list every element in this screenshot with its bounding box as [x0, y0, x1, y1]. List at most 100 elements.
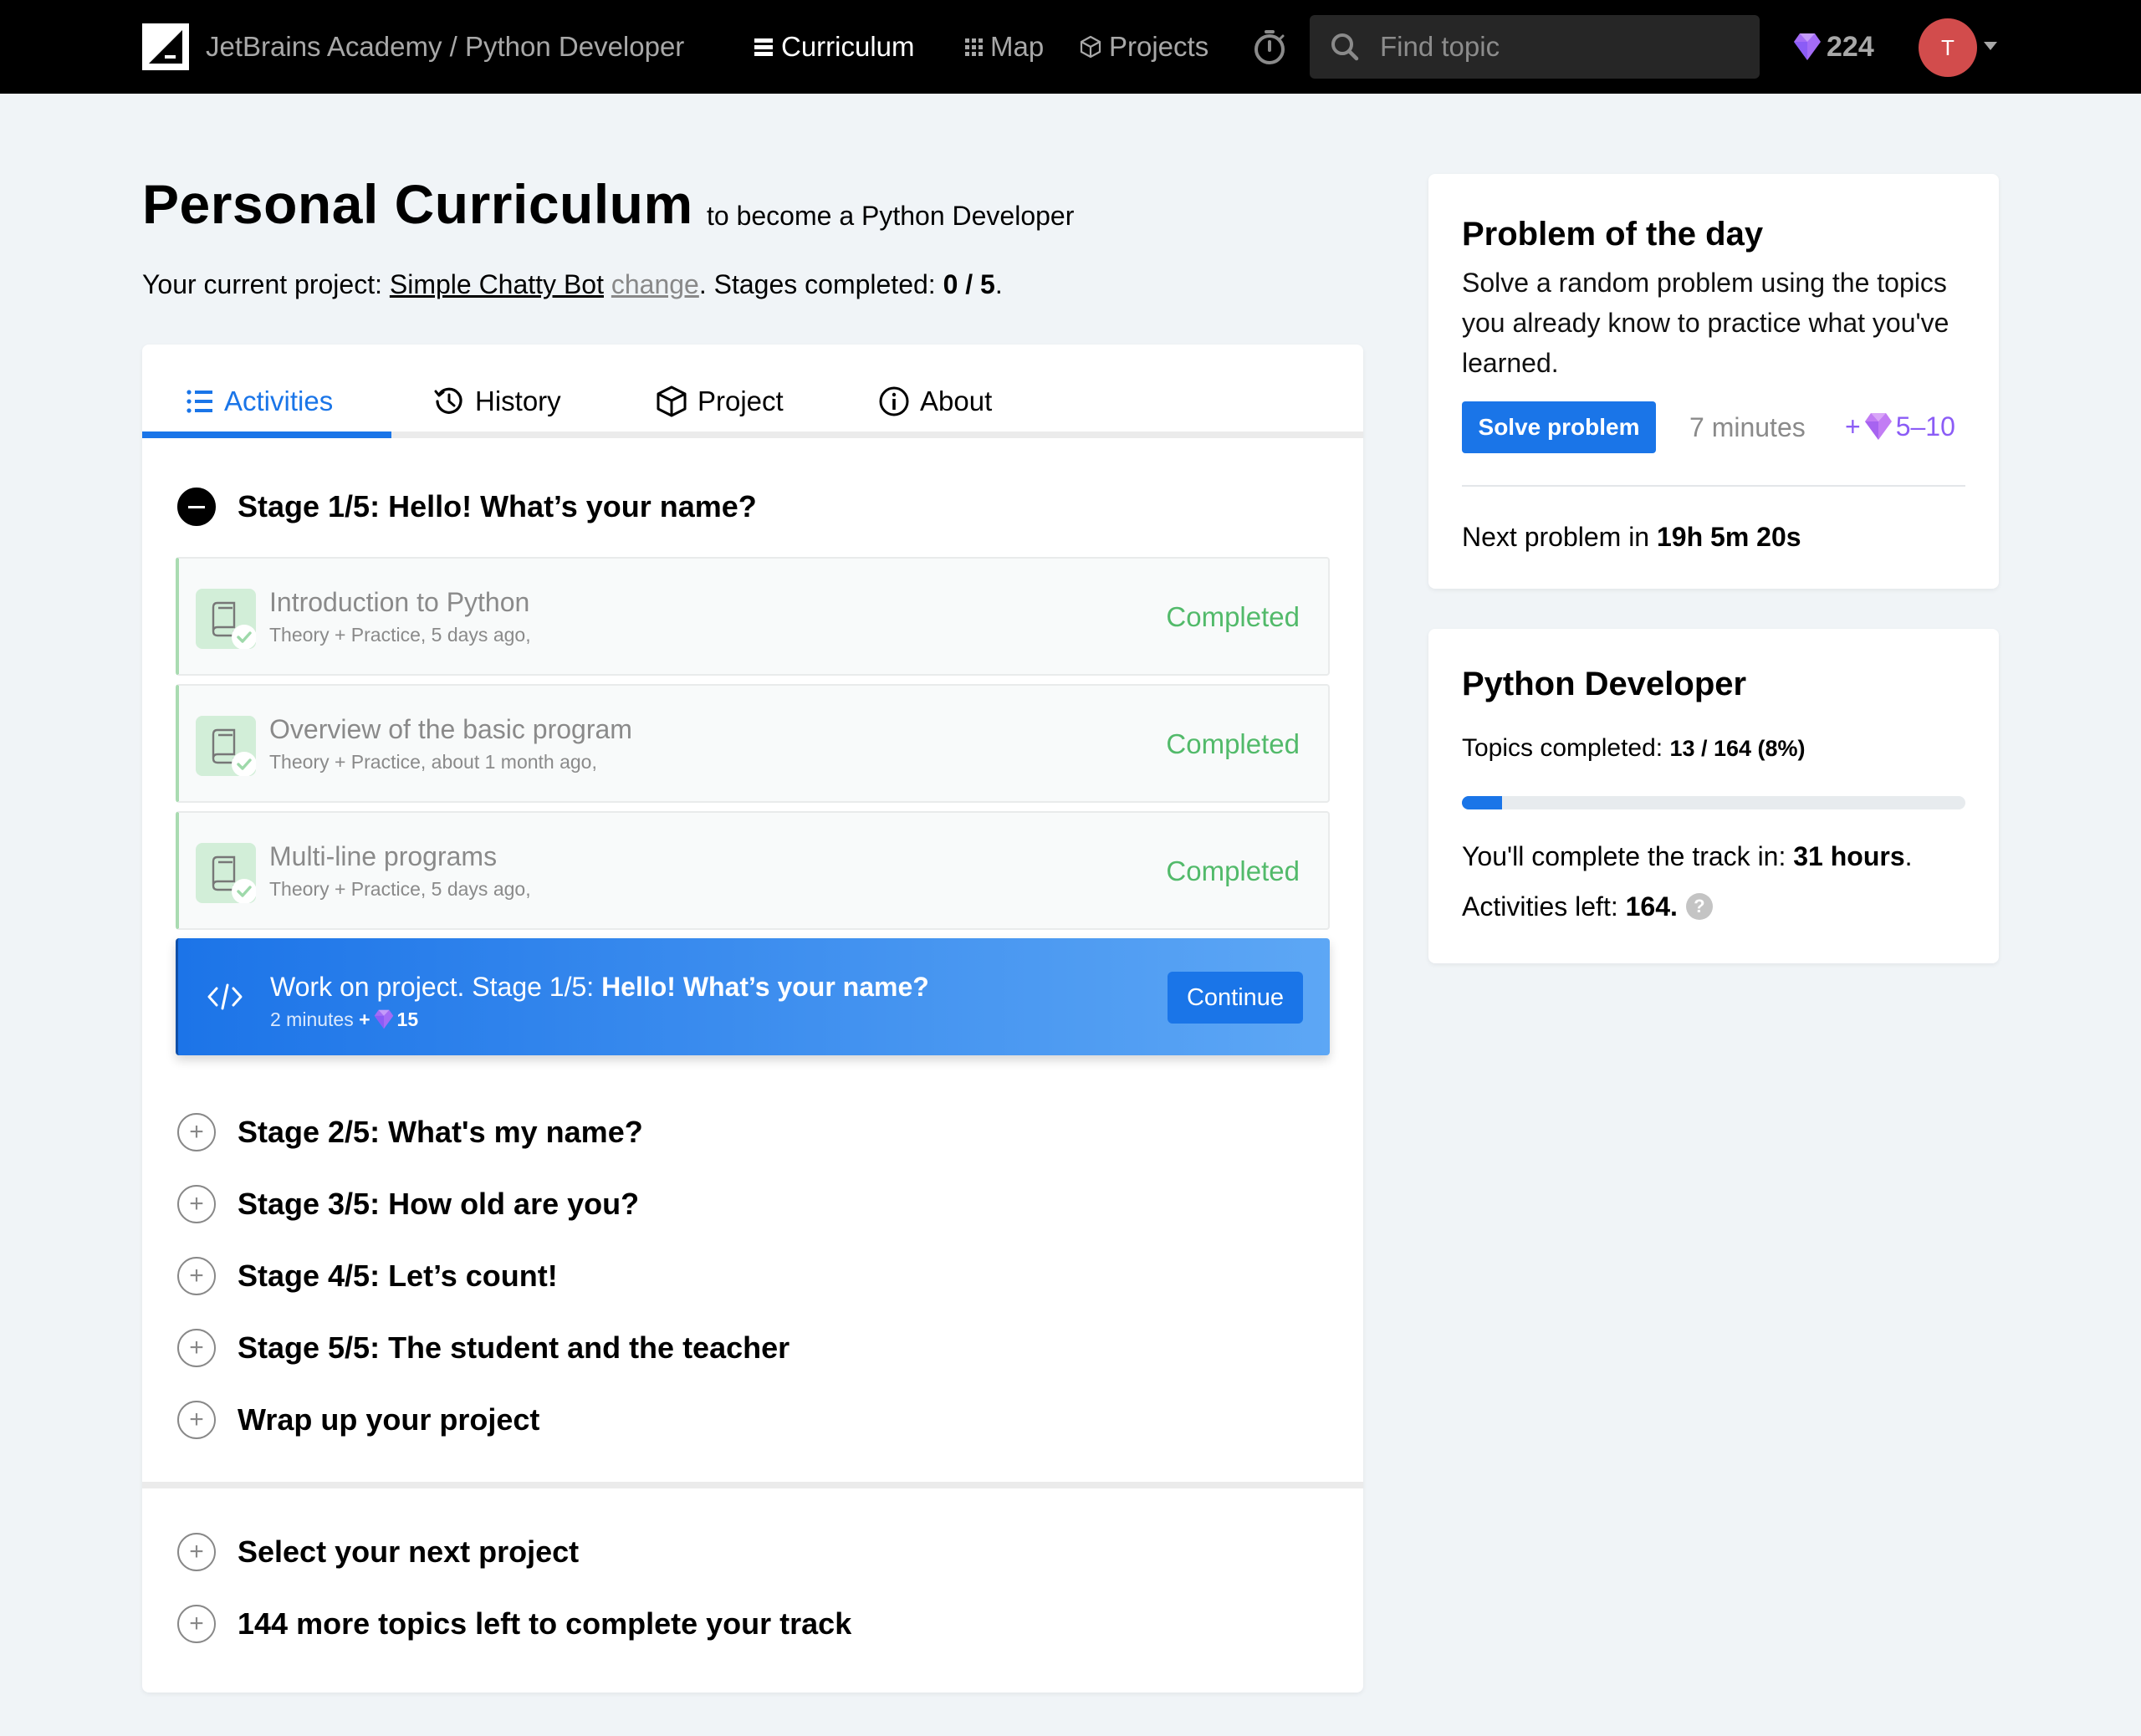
expand-plus-icon[interactable]: + [177, 1533, 216, 1571]
project-task-duration: 2 minutes [270, 1008, 354, 1030]
stage-title: Stage 4/5: Let’s count! [238, 1259, 558, 1293]
topic-item[interactable]: Introduction to Python Theory + Practice… [176, 557, 1330, 676]
stage-title: Stage 3/5: How old are you? [238, 1187, 640, 1221]
wrap-up-row[interactable]: + Wrap up your project [177, 1400, 539, 1440]
topic-status: Completed [1166, 601, 1300, 632]
tab-label: About [920, 385, 993, 416]
stage-header-4[interactable]: + Stage 4/5: Let’s count! [177, 1256, 558, 1296]
stage-title: Stage 5/5: The student and the teacher [238, 1330, 790, 1365]
expand-plus-icon[interactable]: + [177, 1329, 216, 1367]
tab-history[interactable]: History [433, 376, 561, 426]
history-icon [434, 387, 462, 414]
grid-icon [965, 38, 983, 56]
search-icon [1331, 33, 1359, 61]
nav-link-label: Map [990, 31, 1045, 62]
card-title: Python Developer [1462, 666, 1747, 702]
reward-plus: + [1845, 411, 1861, 442]
chevron-down-icon[interactable] [1984, 42, 1997, 50]
topic-subtitle: Theory + Practice, 5 days ago, [269, 624, 531, 646]
card-title: Problem of the day [1462, 216, 1764, 253]
book-completed-icon [196, 843, 256, 903]
expand-plus-icon[interactable]: + [177, 1605, 216, 1643]
topics-completed-label: Topics completed: [1462, 734, 1670, 762]
row-title: Select your next project [238, 1534, 580, 1569]
timer-icon[interactable] [1251, 28, 1288, 65]
gem-icon [1794, 33, 1821, 60]
logo-icon [142, 23, 189, 70]
nav-link-projects[interactable]: Projects [1079, 28, 1208, 65]
stage-header-1[interactable]: Stage 1/5: Hello! What’s your name? [177, 487, 757, 527]
section-divider [142, 1482, 1363, 1488]
page-title: Personal Curriculum [142, 173, 693, 235]
topic-item[interactable]: Overview of the basic program Theory + P… [176, 684, 1330, 803]
cube-icon [1080, 35, 1101, 59]
project-task-title: Work on project. Stage 1/5: Hello! What’… [270, 970, 929, 1003]
gems-counter[interactable]: 224 [1793, 27, 1874, 67]
stage-title: Stage 1/5: Hello! What’s your name? [238, 489, 757, 523]
activities-left-label: Activities left: [1462, 891, 1618, 922]
expand-plus-icon[interactable]: + [177, 1257, 216, 1295]
change-project-link[interactable]: change [611, 269, 699, 299]
problem-of-the-day-card: Problem of the day Solve a random proble… [1428, 174, 1999, 589]
expand-plus-icon[interactable]: + [177, 1113, 216, 1151]
row-title: 144 more topics left to complete your tr… [238, 1606, 852, 1641]
activities-left: Activities left: 164. ? [1462, 888, 1713, 925]
project-task-prefix: Work on project. Stage 1/5: [270, 972, 602, 1002]
expand-plus-icon[interactable]: + [177, 1401, 216, 1439]
search-input[interactable] [1380, 15, 1748, 79]
project-task-reward: + 15 [359, 1007, 418, 1032]
gem-icon [1864, 413, 1892, 440]
brand-breadcrumb[interactable]: JetBrains Academy / Python Developer [206, 28, 684, 65]
project-prefix: Your current project: [142, 269, 390, 299]
topic-subtitle: Theory + Practice, about 1 month ago, [269, 751, 597, 773]
select-next-project-row[interactable]: + Select your next project [177, 1532, 579, 1572]
nav-link-label: Projects [1109, 31, 1209, 62]
track-progress-card: Python Developer Topics completed: 13 / … [1428, 629, 1999, 963]
jetbrains-academy-logo[interactable] [142, 23, 189, 70]
topics-completed-value: 13 / 164 (8%) [1669, 736, 1806, 761]
nav-link-curriculum[interactable]: Curriculum [753, 28, 915, 65]
reward-value: 15 [396, 1008, 419, 1030]
stage-title: Stage 2/5: What's my name? [238, 1115, 643, 1149]
stages-prefix: . Stages completed: [698, 269, 943, 299]
book-completed-icon [196, 589, 256, 649]
remaining-topics-row[interactable]: + 144 more topics left to complete your … [177, 1604, 851, 1644]
topic-status: Completed [1166, 728, 1300, 759]
current-project-link[interactable]: Simple Chatty Bot [390, 269, 604, 299]
next-problem-time: 19h 5m 20s [1656, 522, 1801, 552]
stage-header-2[interactable]: + Stage 2/5: What's my name? [177, 1112, 643, 1152]
tab-project[interactable]: Project [656, 376, 784, 426]
tab-label: History [475, 385, 561, 416]
divider [1462, 485, 1965, 487]
project-stage-banner[interactable]: Work on project. Stage 1/5: Hello! What’… [176, 938, 1330, 1055]
tab-activities[interactable]: Activities [186, 376, 333, 426]
collapse-icon[interactable] [177, 488, 216, 526]
solve-problem-button[interactable]: Solve problem [1462, 401, 1656, 453]
problem-duration: 7 minutes [1689, 412, 1806, 442]
next-problem-label: Next problem in [1462, 522, 1657, 552]
topic-title: Overview of the basic program [269, 714, 632, 744]
topic-item[interactable]: Multi-line programs Theory + Practice, 5… [176, 811, 1330, 930]
expand-plus-icon[interactable]: + [177, 1185, 216, 1223]
track-eta: You'll complete the track in: 31 hours. [1462, 838, 1913, 875]
continue-button[interactable]: Continue [1168, 972, 1303, 1024]
card-description: Solve a random problem using the topics … [1462, 268, 1949, 378]
stage-header-5[interactable]: + Stage 5/5: The student and the teacher [177, 1328, 789, 1368]
project-task-name: Hello! What’s your name? [601, 972, 929, 1002]
stage-header-3[interactable]: + Stage 3/5: How old are you? [177, 1184, 639, 1224]
user-avatar[interactable]: T [1919, 18, 1977, 77]
topic-status: Completed [1166, 855, 1300, 886]
book-completed-icon [196, 716, 256, 776]
gem-icon [374, 1009, 393, 1029]
help-icon[interactable]: ? [1685, 893, 1713, 920]
nav-link-map[interactable]: Map [963, 28, 1044, 65]
list-icon [754, 38, 773, 56]
page-subtitle: to become a Python Developer [707, 201, 1075, 231]
nav-link-label: Curriculum [781, 31, 915, 62]
stage-title: Wrap up your project [238, 1402, 540, 1437]
next-problem-countdown: Next problem in 19h 5m 20s [1462, 518, 1801, 555]
active-tab-indicator [142, 431, 391, 438]
cube-icon [657, 385, 687, 417]
tab-about[interactable]: About [878, 376, 992, 426]
curriculum-tabs: Activities History Project About [142, 345, 1363, 438]
